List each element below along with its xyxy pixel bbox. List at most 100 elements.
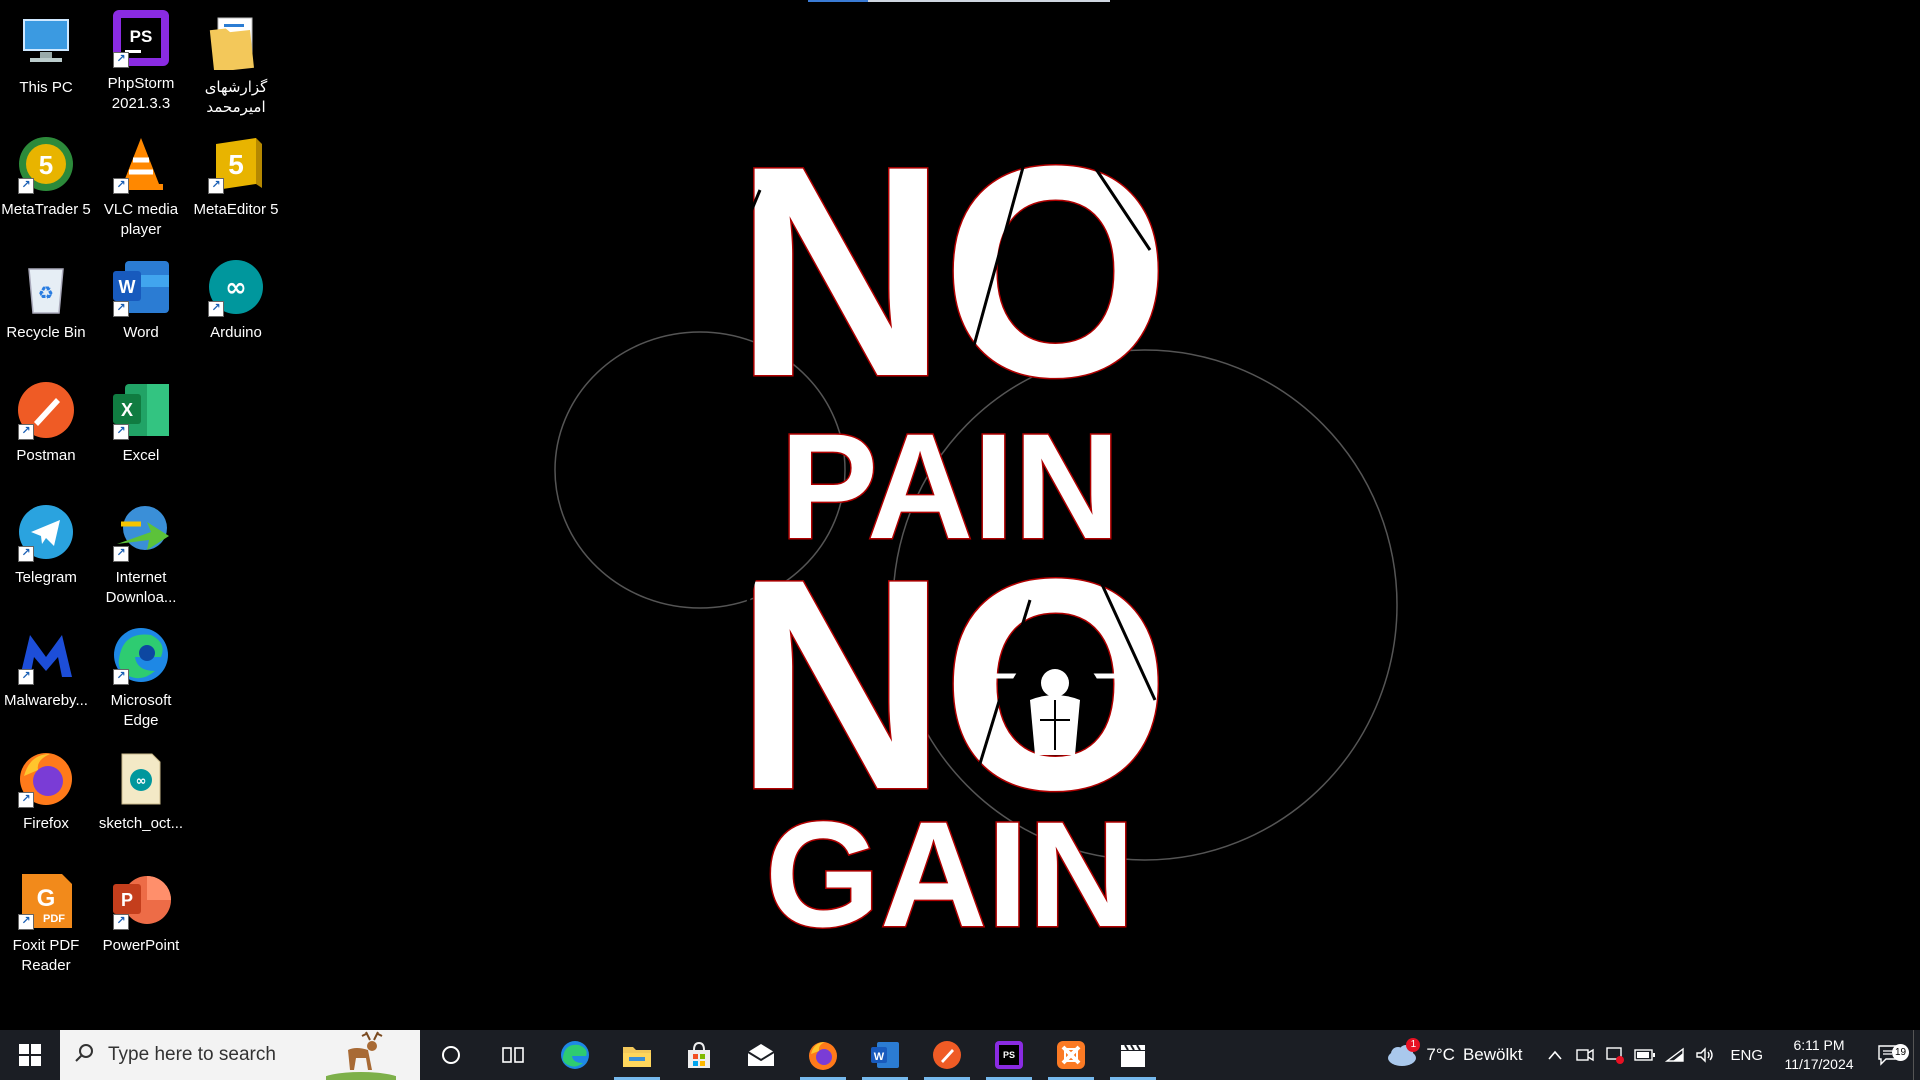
desktop-icon-malwarebytes[interactable]: ↗ Malwareby... [0,623,92,711]
svg-text:∞: ∞ [225,273,247,303]
taskbar-search-box[interactable]: Type here to search [60,1030,420,1080]
chevron-up-icon [1548,1050,1563,1060]
tray-wifi[interactable] [1660,1030,1690,1080]
svg-text:PS: PS [1003,1050,1015,1060]
foxit-pdf-icon: G PDF ↗ [14,868,78,932]
metatrader-icon: 5 ↗ [14,132,78,196]
input-language-indicator[interactable]: ENG [1730,1047,1763,1064]
desktop-icon-arduino[interactable]: ∞ ↗ Arduino [190,255,282,343]
taskbar-microsoft-store[interactable] [668,1030,730,1080]
volume-icon [1696,1047,1714,1063]
desktop-icon-foxit-pdf[interactable]: G PDF ↗ Foxit PDF Reader [0,868,92,976]
action-center-button[interactable]: 19 [1865,1043,1913,1067]
clock-date: 11/17/2024 [1784,1056,1854,1072]
taskbar-word[interactable]: W [854,1030,916,1080]
meet-now-icon [1576,1048,1595,1062]
desktop-icon-metaeditor[interactable]: 5 ↗ MetaEditor 5 [190,132,282,220]
cortana-icon [442,1046,460,1064]
taskbar: Type here to search W PS 1 7°C Bewölkt E… [0,1030,1920,1080]
svg-text:X: X [121,400,133,420]
network-warning-icon [1606,1047,1625,1064]
desktop-icon-vlc[interactable]: ↗ VLC media player [95,132,187,240]
telegram-icon: ↗ [14,500,78,564]
clapper-icon [1121,1044,1145,1067]
desktop-icon-reports-folder[interactable]: گزارشهای امیرمحمد [190,10,282,118]
svg-text:PS: PS [130,27,153,46]
tray-battery[interactable] [1630,1030,1660,1080]
desktop-icon-postman[interactable]: ↗ Postman [0,378,92,466]
windows-logo-icon [19,1044,41,1066]
tray-volume[interactable] [1690,1030,1720,1080]
taskbar-xampp[interactable] [1040,1030,1102,1080]
taskbar-postman[interactable] [916,1030,978,1080]
wallpaper-text-no-1: NO [735,103,1165,439]
desktop-icon-telegram[interactable]: ↗ Telegram [0,500,92,588]
svg-text:P: P [121,890,133,910]
clock-time: 6:11 PM [1793,1037,1845,1053]
arduino-sketch-icon: ∞ [109,746,173,810]
svg-text:♻: ♻ [38,283,54,304]
desktop-icon-sketch[interactable]: ∞ sketch_oct... [95,746,187,834]
taskbar-mail[interactable] [730,1030,792,1080]
word-icon: W ↗ [109,255,173,319]
wallpaper-text-gain: GAIN [765,790,1135,958]
weather-widget[interactable]: 1 7°C Bewölkt [1386,1038,1523,1068]
start-button[interactable] [0,1030,60,1080]
cortana-button[interactable] [420,1030,482,1080]
desktop-icon-phpstorm[interactable]: PS ↗ PhpStorm 2021.3.3 [95,6,187,114]
desktop-icon-this-pc[interactable]: This PC [0,10,92,98]
tray-network-warning[interactable] [1600,1030,1630,1080]
weather-temperature: 7°C [1426,1045,1455,1064]
task-view-button[interactable] [482,1030,544,1080]
desktop-icon-firefox[interactable]: ↗ Firefox [0,746,92,834]
postman-icon [933,1041,961,1069]
firefox-icon [809,1042,837,1070]
xampp-icon [1057,1041,1085,1069]
postman-icon: ↗ [14,378,78,442]
microsoft-store-icon [688,1041,710,1068]
word-icon: W [871,1042,899,1068]
cloud-icon: 1 [1386,1038,1421,1068]
desktop-icon-recycle-bin[interactable]: ♻ Recycle Bin [0,255,92,343]
excel-icon: X ↗ [109,378,173,442]
desktop-icon-excel[interactable]: X ↗ Excel [95,378,187,466]
vlc-icon: ↗ [109,132,173,196]
search-placeholder: Type here to search [108,1044,276,1065]
taskbar-file-explorer[interactable] [606,1030,668,1080]
desktop-icon-microsoft-edge[interactable]: ↗ Microsoft Edge [95,623,187,731]
taskbar-phpstorm[interactable]: PS [978,1030,1040,1080]
search-icon [74,1043,94,1068]
mail-icon [747,1044,775,1066]
desktop-icon-metatrader[interactable]: 5 ↗ MetaTrader 5 [0,132,92,220]
internet-download-manager-icon: ↗ [109,500,173,564]
show-desktop-button[interactable] [1913,1030,1920,1080]
system-tray: 1 7°C Bewölkt ENG 6:11 PM 11/17/2024 19 [1386,1030,1920,1080]
notification-count-badge: 19 [1892,1044,1909,1061]
show-hidden-icons-button[interactable] [1540,1030,1570,1080]
file-explorer-icon [623,1047,651,1067]
svg-text:W: W [119,277,136,297]
desktop-icon-internet-download-manager[interactable]: ↗ Internet Downloa... [95,500,187,608]
firefox-icon: ↗ [14,746,78,810]
svg-text:5: 5 [39,150,53,180]
taskbar-edge[interactable] [544,1030,606,1080]
folder-icon [204,10,268,74]
task-view-icon [502,1047,524,1063]
weather-condition: Bewölkt [1462,1045,1523,1064]
wifi-icon [1665,1047,1685,1062]
tray-meet-now[interactable] [1570,1030,1600,1080]
phpstorm-icon: PS ↗ [109,6,173,70]
taskbar-clapper[interactable] [1102,1030,1164,1080]
taskbar-firefox[interactable] [792,1030,854,1080]
arduino-icon: ∞ ↗ [204,255,268,319]
phpstorm-icon: PS [995,1041,1023,1069]
computer-icon [14,10,78,74]
desktop-icon-powerpoint[interactable]: P ↗ PowerPoint [95,868,187,956]
svg-text:W: W [874,1051,885,1063]
desktop-icon-word[interactable]: W ↗ Word [95,255,187,343]
deer-illustration-icon [321,1030,401,1080]
recycle-bin-icon: ♻ [14,255,78,319]
edge-icon [561,1041,589,1069]
taskbar-clock[interactable]: 6:11 PM 11/17/2024 [1773,1036,1865,1074]
malwarebytes-icon: ↗ [14,623,78,687]
